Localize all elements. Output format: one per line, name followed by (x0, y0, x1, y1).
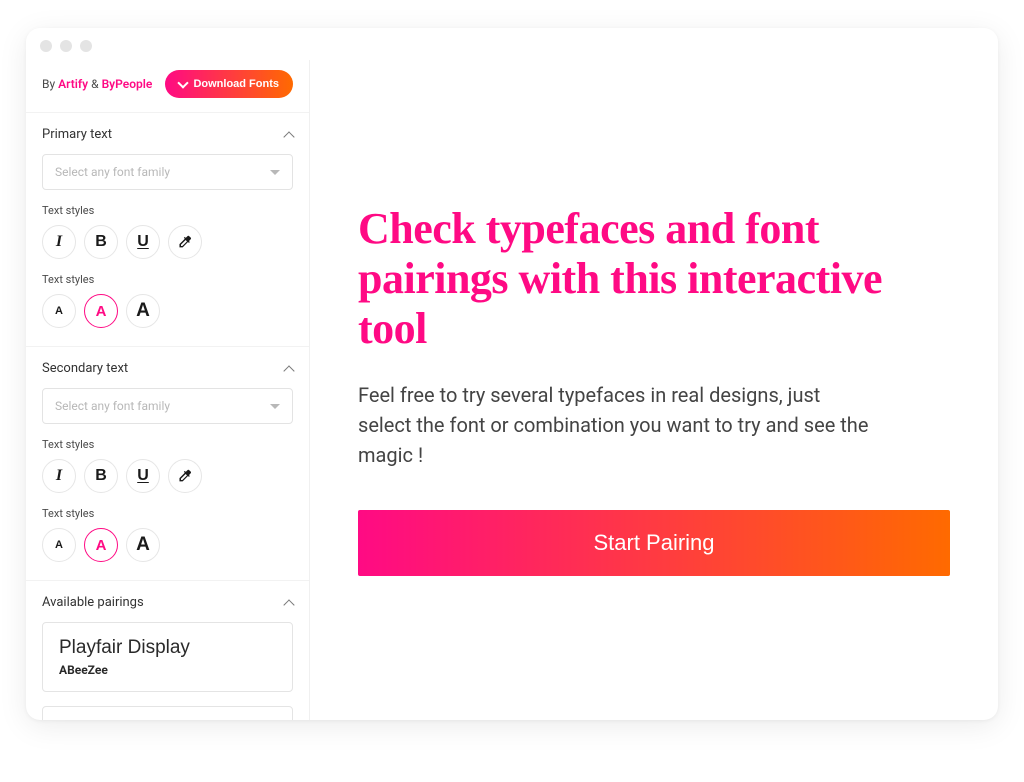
select-placeholder: Select any font family (55, 399, 170, 413)
download-fonts-label: Download Fonts (193, 78, 279, 90)
caret-up-icon (283, 365, 294, 376)
size-medium-glyph: A (96, 303, 107, 320)
text-sizes-label: Text styles (42, 507, 293, 520)
sidebar: By Artify & ByPeople Download Fonts Prim… (26, 60, 310, 720)
color-picker-button[interactable] (168, 459, 202, 493)
size-large-button[interactable]: A (126, 528, 160, 562)
bold-button[interactable]: B (84, 459, 118, 493)
by-line: By Artify & ByPeople (42, 77, 152, 91)
pairing-secondary-font: ABeeZee (59, 663, 276, 677)
size-large-glyph: A (136, 534, 150, 556)
cta-label: Start Pairing (593, 530, 714, 555)
primary-style-row: I B U (42, 225, 293, 259)
window-close-dot[interactable] (40, 40, 52, 52)
sidebar-scroll[interactable]: Primary text Select any font family Text… (26, 113, 309, 720)
underline-button[interactable]: U (126, 225, 160, 259)
text-styles-label: Text styles (42, 438, 293, 451)
underline-glyph: U (137, 467, 149, 485)
eyedropper-icon (177, 468, 193, 484)
color-picker-button[interactable] (168, 225, 202, 259)
size-medium-button[interactable]: A (84, 528, 118, 562)
size-small-glyph: A (55, 539, 63, 551)
dropdown-triangle-icon (270, 404, 280, 409)
size-medium-button[interactable]: A (84, 294, 118, 328)
bold-glyph: B (95, 233, 107, 251)
pairing-primary-font: Playfair Display (59, 637, 276, 659)
caret-up-icon (283, 599, 294, 610)
app-window: By Artify & ByPeople Download Fonts Prim… (26, 28, 998, 720)
download-fonts-button[interactable]: Download Fonts (165, 70, 293, 98)
brand-bypeople[interactable]: ByPeople (102, 77, 153, 91)
size-small-button[interactable]: A (42, 294, 76, 328)
primary-size-row: A A A (42, 294, 293, 328)
subheadline: Feel free to try several typefaces in re… (358, 380, 878, 470)
section-available-pairings: Available pairings Playfair Display ABee… (26, 581, 309, 720)
section-title: Available pairings (42, 595, 144, 610)
select-placeholder: Select any font family (55, 165, 170, 179)
underline-button[interactable]: U (126, 459, 160, 493)
section-secondary-text: Secondary text Select any font family Te… (26, 347, 309, 581)
size-small-button[interactable]: A (42, 528, 76, 562)
pairing-card[interactable]: Playfair Display ABeeZee (42, 622, 293, 692)
brand-artify[interactable]: Artify (58, 77, 88, 91)
underline-glyph: U (137, 233, 149, 251)
italic-button[interactable]: I (42, 225, 76, 259)
section-head-secondary[interactable]: Secondary text (42, 361, 293, 376)
by-prefix: By (42, 77, 58, 91)
size-medium-glyph: A (96, 537, 107, 554)
size-large-button[interactable]: A (126, 294, 160, 328)
size-small-glyph: A (55, 305, 63, 317)
sidebar-header: By Artify & ByPeople Download Fonts (26, 60, 309, 113)
amp: & (88, 77, 101, 91)
start-pairing-button[interactable]: Start Pairing (358, 510, 950, 576)
text-styles-label: Text styles (42, 204, 293, 217)
window-max-dot[interactable] (80, 40, 92, 52)
chevron-down-icon (178, 77, 189, 88)
bold-button[interactable]: B (84, 225, 118, 259)
secondary-font-select[interactable]: Select any font family (42, 388, 293, 424)
bold-glyph: B (95, 467, 107, 485)
italic-glyph: I (56, 233, 62, 251)
section-primary-text: Primary text Select any font family Text… (26, 113, 309, 347)
section-title: Primary text (42, 127, 112, 142)
text-sizes-label: Text styles (42, 273, 293, 286)
section-head-primary[interactable]: Primary text (42, 127, 293, 142)
main-canvas: Check typefaces and font pairings with t… (310, 60, 998, 720)
window-controls (26, 28, 998, 60)
secondary-size-row: A A A (42, 528, 293, 562)
headline: Check typefaces and font pairings with t… (358, 204, 950, 354)
pairing-card[interactable]: Quattrocento Sans (42, 706, 293, 720)
dropdown-triangle-icon (270, 170, 280, 175)
italic-glyph: I (56, 467, 62, 485)
secondary-style-row: I B U (42, 459, 293, 493)
section-head-pairings[interactable]: Available pairings (42, 595, 293, 610)
section-title: Secondary text (42, 361, 128, 376)
eyedropper-icon (177, 234, 193, 250)
size-large-glyph: A (136, 300, 150, 322)
caret-up-icon (283, 131, 294, 142)
primary-font-select[interactable]: Select any font family (42, 154, 293, 190)
italic-button[interactable]: I (42, 459, 76, 493)
window-min-dot[interactable] (60, 40, 72, 52)
